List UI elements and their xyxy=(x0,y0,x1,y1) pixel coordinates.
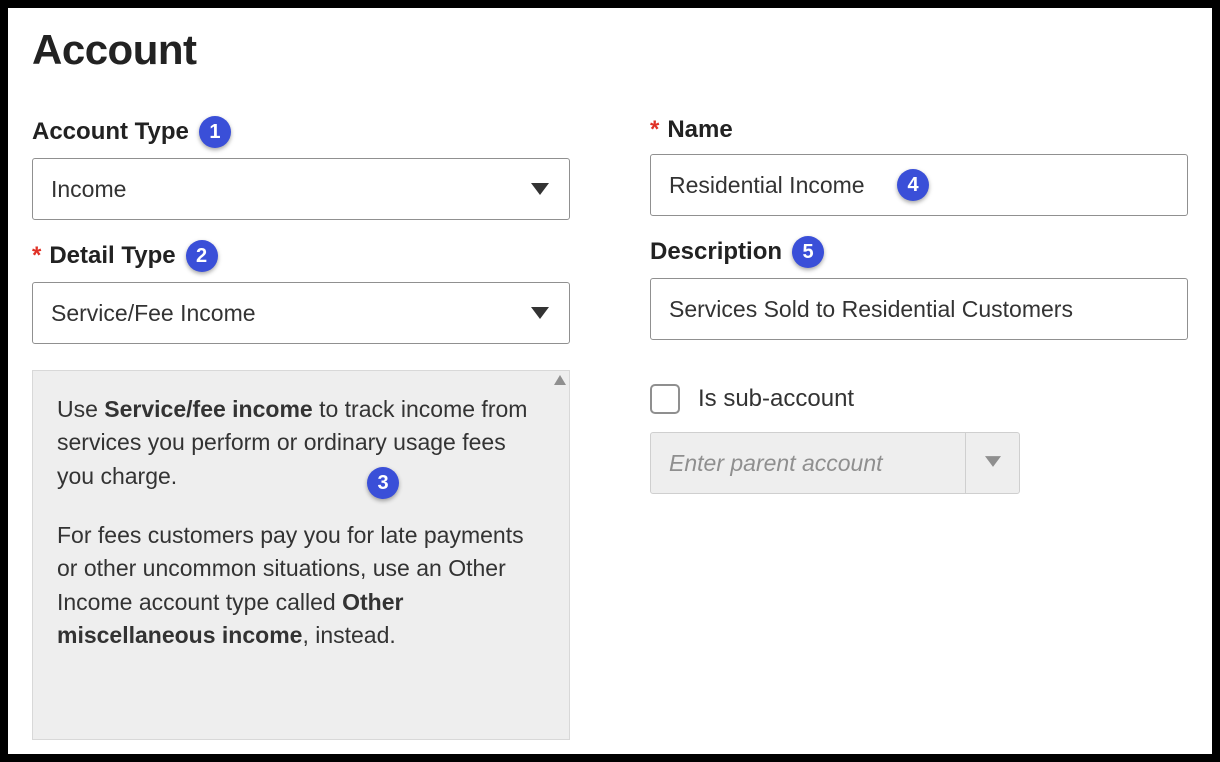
parent-account-dropdown-button[interactable] xyxy=(965,433,1019,493)
detail-type-value: Service/Fee Income xyxy=(51,300,256,327)
name-input-wrapper: 4 xyxy=(650,154,1188,216)
subaccount-row: Is sub-account xyxy=(650,384,1188,414)
form-columns: Account Type 1 Income * Detail Type 2 xyxy=(32,116,1188,740)
annotation-badge-5: 5 xyxy=(792,236,824,268)
description-input[interactable] xyxy=(669,296,1169,323)
description-label: Description xyxy=(650,238,782,266)
subaccount-checkbox[interactable] xyxy=(650,384,680,414)
annotation-badge-1: 1 xyxy=(199,116,231,148)
annotation-badge-2: 2 xyxy=(186,240,218,272)
parent-account-select[interactable]: Enter parent account xyxy=(650,432,1020,494)
detail-type-field: * Detail Type 2 Service/Fee Income xyxy=(32,240,570,344)
help-paragraph-1: Use Service/fee income to track income f… xyxy=(57,393,545,493)
parent-account-placeholder: Enter parent account xyxy=(651,433,965,493)
account-type-field: Account Type 1 Income xyxy=(32,116,570,220)
caret-down-icon xyxy=(985,454,1001,472)
scroll-up-icon[interactable] xyxy=(554,375,566,385)
description-input-wrapper xyxy=(650,278,1188,340)
page-title: Account xyxy=(32,26,1188,74)
subaccount-label: Is sub-account xyxy=(698,385,854,413)
name-label: Name xyxy=(667,116,732,144)
account-type-select[interactable]: Income xyxy=(32,158,570,220)
required-asterisk: * xyxy=(32,242,41,270)
caret-down-icon xyxy=(531,307,549,319)
detail-type-help-box: Use Service/fee income to track income f… xyxy=(32,370,570,740)
caret-down-icon xyxy=(531,183,549,195)
detail-type-label: Detail Type xyxy=(49,242,175,270)
annotation-badge-4: 4 xyxy=(897,169,929,201)
account-panel: Account Account Type 1 Income * xyxy=(8,8,1212,754)
account-type-value: Income xyxy=(51,176,126,203)
detail-type-select[interactable]: Service/Fee Income xyxy=(32,282,570,344)
right-column: * Name 4 Description 5 Is su xyxy=(650,116,1188,740)
annotation-badge-3: 3 xyxy=(367,467,399,499)
description-field: Description 5 xyxy=(650,236,1188,340)
left-column: Account Type 1 Income * Detail Type 2 xyxy=(32,116,570,740)
help-paragraph-2: For fees customers pay you for late paym… xyxy=(57,519,545,652)
name-field: * Name 4 xyxy=(650,116,1188,216)
account-type-label: Account Type xyxy=(32,118,189,146)
required-asterisk: * xyxy=(650,116,659,144)
